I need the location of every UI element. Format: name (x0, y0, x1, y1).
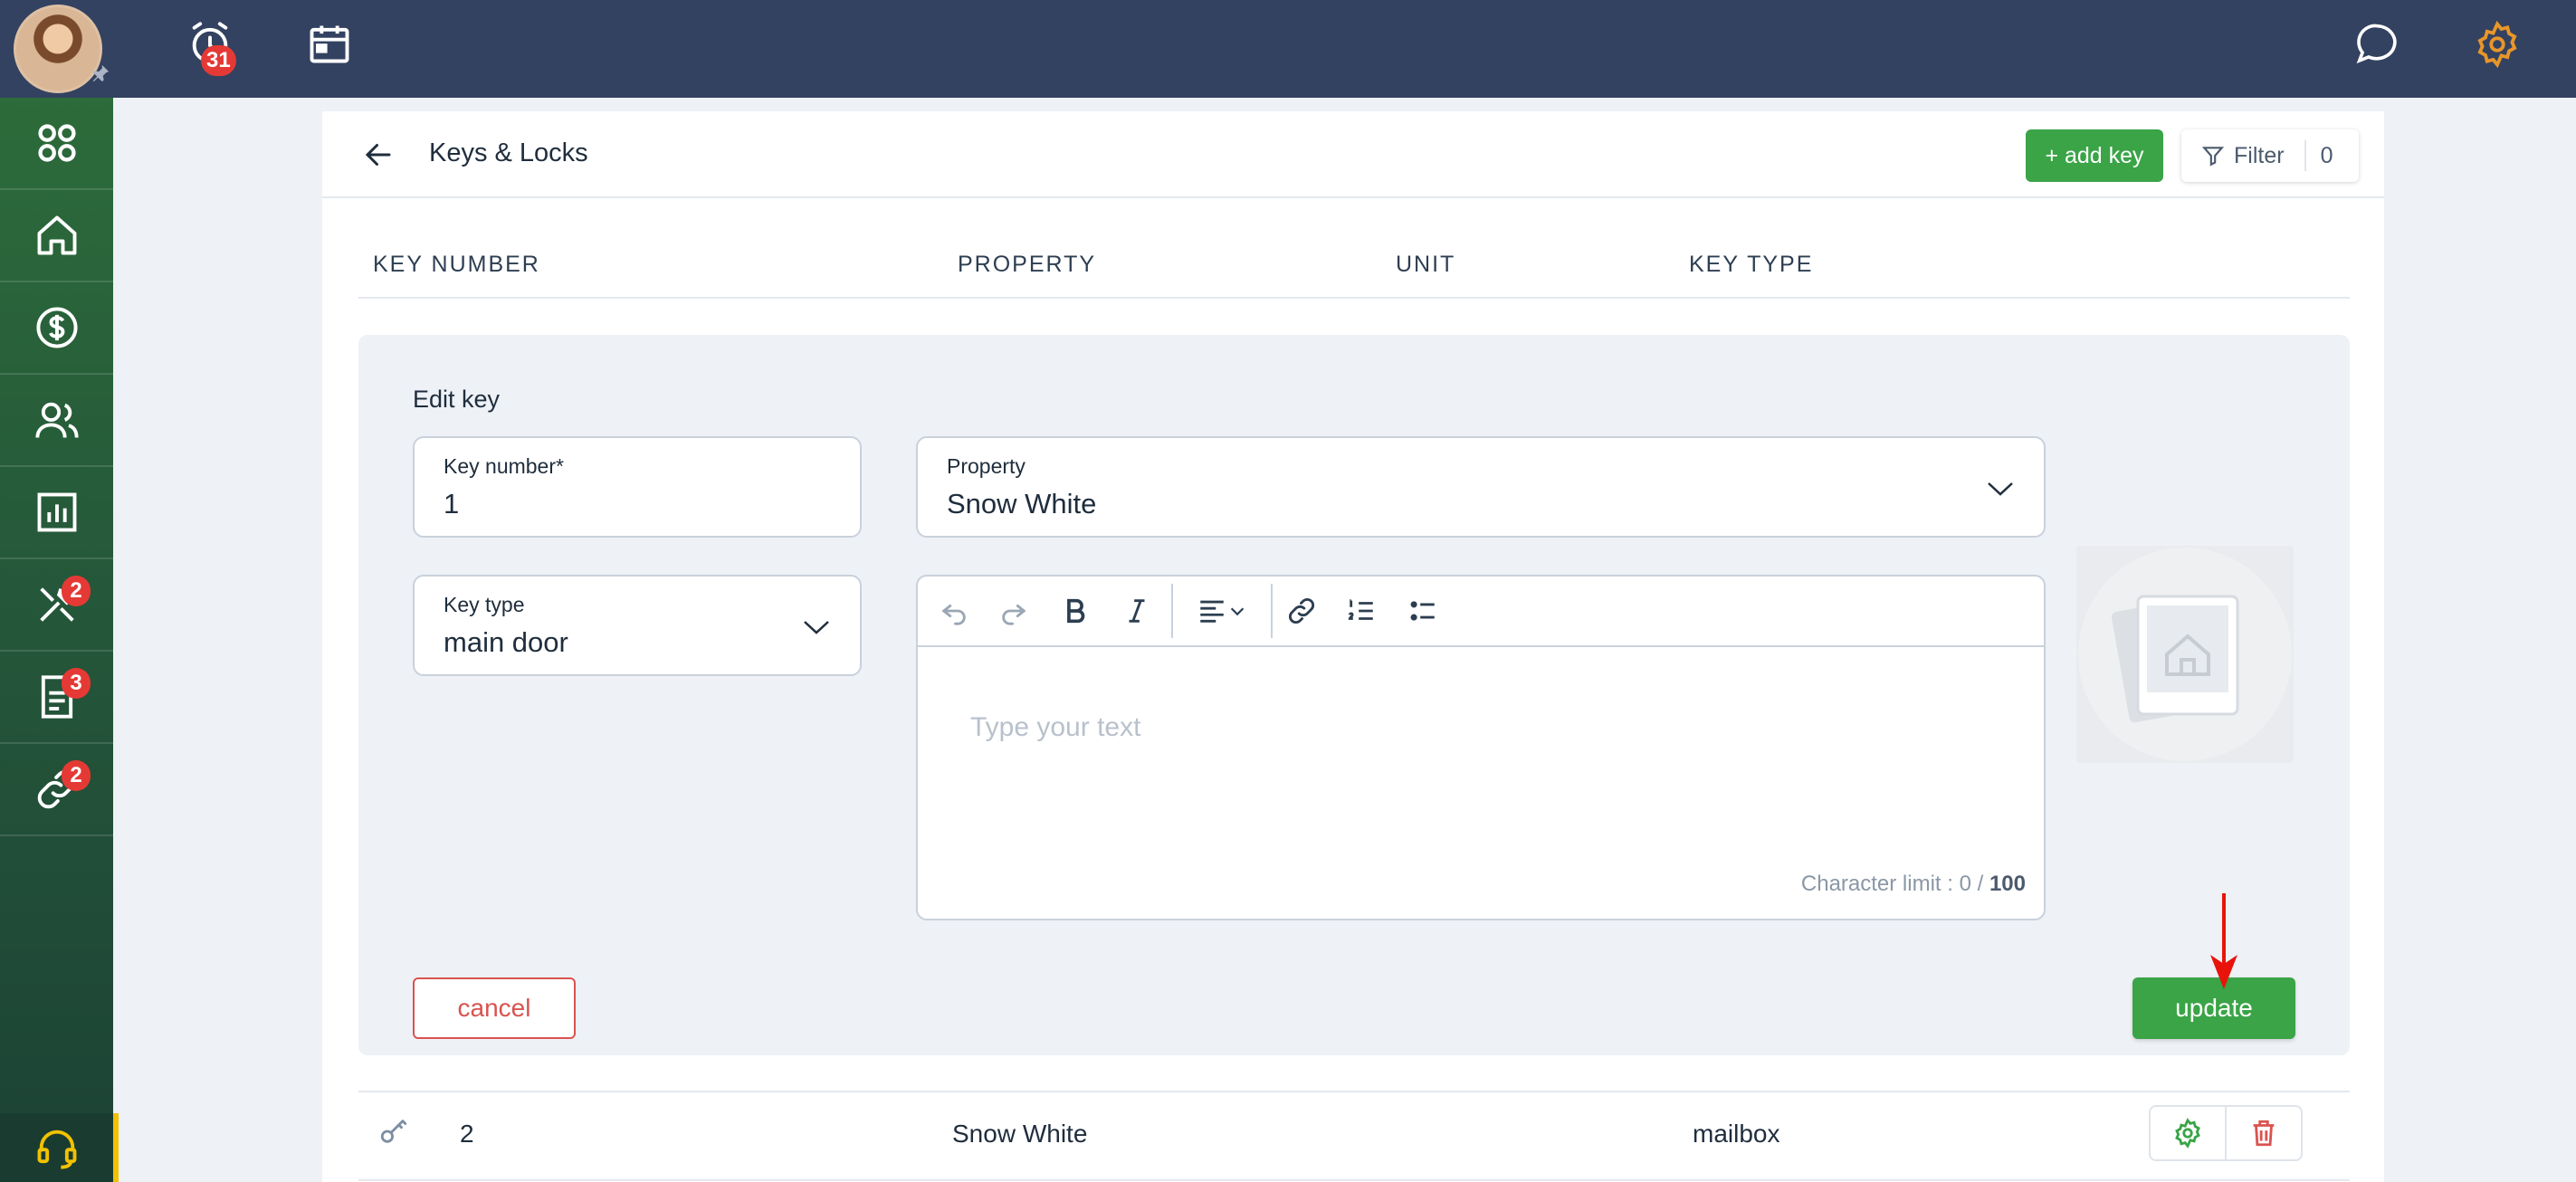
header-divider (322, 196, 2384, 198)
home-icon (37, 215, 76, 255)
undo-button[interactable] (934, 591, 974, 631)
table-row[interactable]: 2 Snow White mailbox (358, 1092, 2350, 1179)
filter-button[interactable]: Filter 0 (2181, 129, 2359, 182)
edit-row-button[interactable] (2151, 1107, 2225, 1159)
settings-gear-icon[interactable] (2473, 20, 2522, 69)
link-button[interactable] (1282, 591, 1321, 631)
back-arrow-icon[interactable] (362, 138, 395, 171)
key-type-label: Key type (444, 593, 525, 616)
chevron-down-icon (1988, 482, 2013, 496)
sidebar-item-finance[interactable] (0, 282, 113, 375)
sidebar-item-home[interactable] (0, 190, 113, 282)
row-key-number: 2 (460, 1120, 474, 1148)
notes-editor: Type your text Character limit : 0 / 100 (916, 575, 2046, 920)
delete-row-button[interactable] (2225, 1107, 2301, 1159)
user-avatar[interactable] (14, 5, 102, 93)
chat-icon[interactable] (2353, 20, 2402, 69)
redo-icon (1002, 604, 1026, 625)
link-icon (1289, 598, 1314, 624)
align-dropdown-button[interactable] (1186, 591, 1258, 631)
filter-divider (2304, 140, 2306, 171)
italic-icon (1129, 599, 1145, 623)
page-title: Keys & Locks (429, 138, 588, 167)
key-number-field[interactable]: Key number* 1 (413, 436, 862, 538)
annotation-arrow-icon (2210, 893, 2237, 989)
dollar-icon (35, 307, 78, 348)
sidebar-item-documents[interactable] (0, 652, 113, 744)
key-type-value: main door (444, 626, 568, 658)
sidebar-item-reports[interactable] (0, 467, 113, 559)
column-header-property: PROPERTY (958, 252, 1097, 277)
house-photo-icon (2078, 548, 2292, 761)
property-label: Property (947, 454, 1026, 478)
headset-icon (37, 1130, 76, 1169)
property-photo-placeholder[interactable] (2076, 546, 2294, 763)
row-key-type: mailbox (1693, 1120, 1780, 1148)
key-icon (380, 1120, 407, 1143)
sidebar-item-links[interactable] (0, 744, 113, 836)
pin-icon (92, 64, 110, 82)
toolbar-separator (1271, 584, 1273, 638)
edit-key-title: Edit key (413, 386, 501, 413)
dashboard-icon (37, 124, 76, 162)
people-icon (34, 402, 79, 438)
bold-button[interactable] (1055, 591, 1095, 631)
redo-button[interactable] (994, 591, 1034, 631)
bullet-list-icon (1410, 601, 1435, 621)
trash-icon (2253, 1120, 2275, 1147)
key-number-label: Key number* (444, 454, 564, 478)
property-value: Snow White (947, 488, 1097, 520)
notifications-badge: 31 (201, 45, 236, 76)
sidebar-item-dashboard[interactable] (0, 98, 113, 190)
top-bar: 31 (0, 0, 2576, 98)
align-left-icon (1200, 600, 1224, 623)
filter-icon (2201, 147, 2225, 167)
cancel-button[interactable]: cancel (413, 977, 576, 1039)
maintenance-badge: 2 (62, 576, 91, 606)
edit-key-panel: Edit key Key number* 1 Property Snow Whi… (358, 335, 2350, 1055)
documents-badge: 3 (62, 668, 91, 699)
column-header-key-number: KEY NUMBER (373, 252, 540, 277)
key-type-select[interactable]: Key type main door (413, 575, 862, 676)
property-select[interactable]: Property Snow White (916, 436, 2046, 538)
filter-count: 0 (2320, 142, 2333, 168)
add-key-button[interactable]: + add key (2026, 129, 2163, 182)
numbered-list-icon (1348, 599, 1373, 620)
toolbar-separator (1171, 584, 1173, 638)
italic-button[interactable] (1117, 591, 1157, 631)
sidebar-item-people[interactable] (0, 375, 113, 467)
character-limit: Character limit : 0 / 100 (1800, 872, 2026, 896)
chart-icon (37, 492, 76, 532)
keys-locks-card: Keys & Locks + add key Filter 0 KEY NUMB… (322, 111, 2384, 1182)
row-actions (2149, 1105, 2303, 1161)
chevron-down-icon (1230, 607, 1245, 616)
settings-gear-icon (2175, 1118, 2200, 1149)
column-header-unit: UNIT (1396, 252, 1456, 277)
row-property: Snow White (952, 1120, 1088, 1148)
calendar-icon[interactable] (306, 20, 353, 67)
key-number-value: 1 (444, 488, 460, 520)
bold-icon (1067, 598, 1085, 624)
help-button[interactable] (0, 1113, 119, 1182)
numbered-list-button[interactable] (1341, 591, 1381, 631)
column-header-divider (358, 297, 2350, 299)
editor-toolbar (918, 577, 2044, 647)
bullet-list-button[interactable] (1403, 591, 1443, 631)
filter-label: Filter (2234, 142, 2285, 168)
column-header-key-type: KEY TYPE (1689, 252, 1814, 277)
chevron-down-icon (804, 621, 829, 634)
links-badge: 2 (62, 760, 91, 791)
undo-icon (941, 604, 966, 625)
row-divider (358, 1179, 2350, 1181)
editor-placeholder[interactable]: Type your text (970, 712, 1140, 743)
sidebar: 2 3 2 (0, 98, 113, 1182)
sidebar-item-maintenance[interactable] (0, 559, 113, 652)
